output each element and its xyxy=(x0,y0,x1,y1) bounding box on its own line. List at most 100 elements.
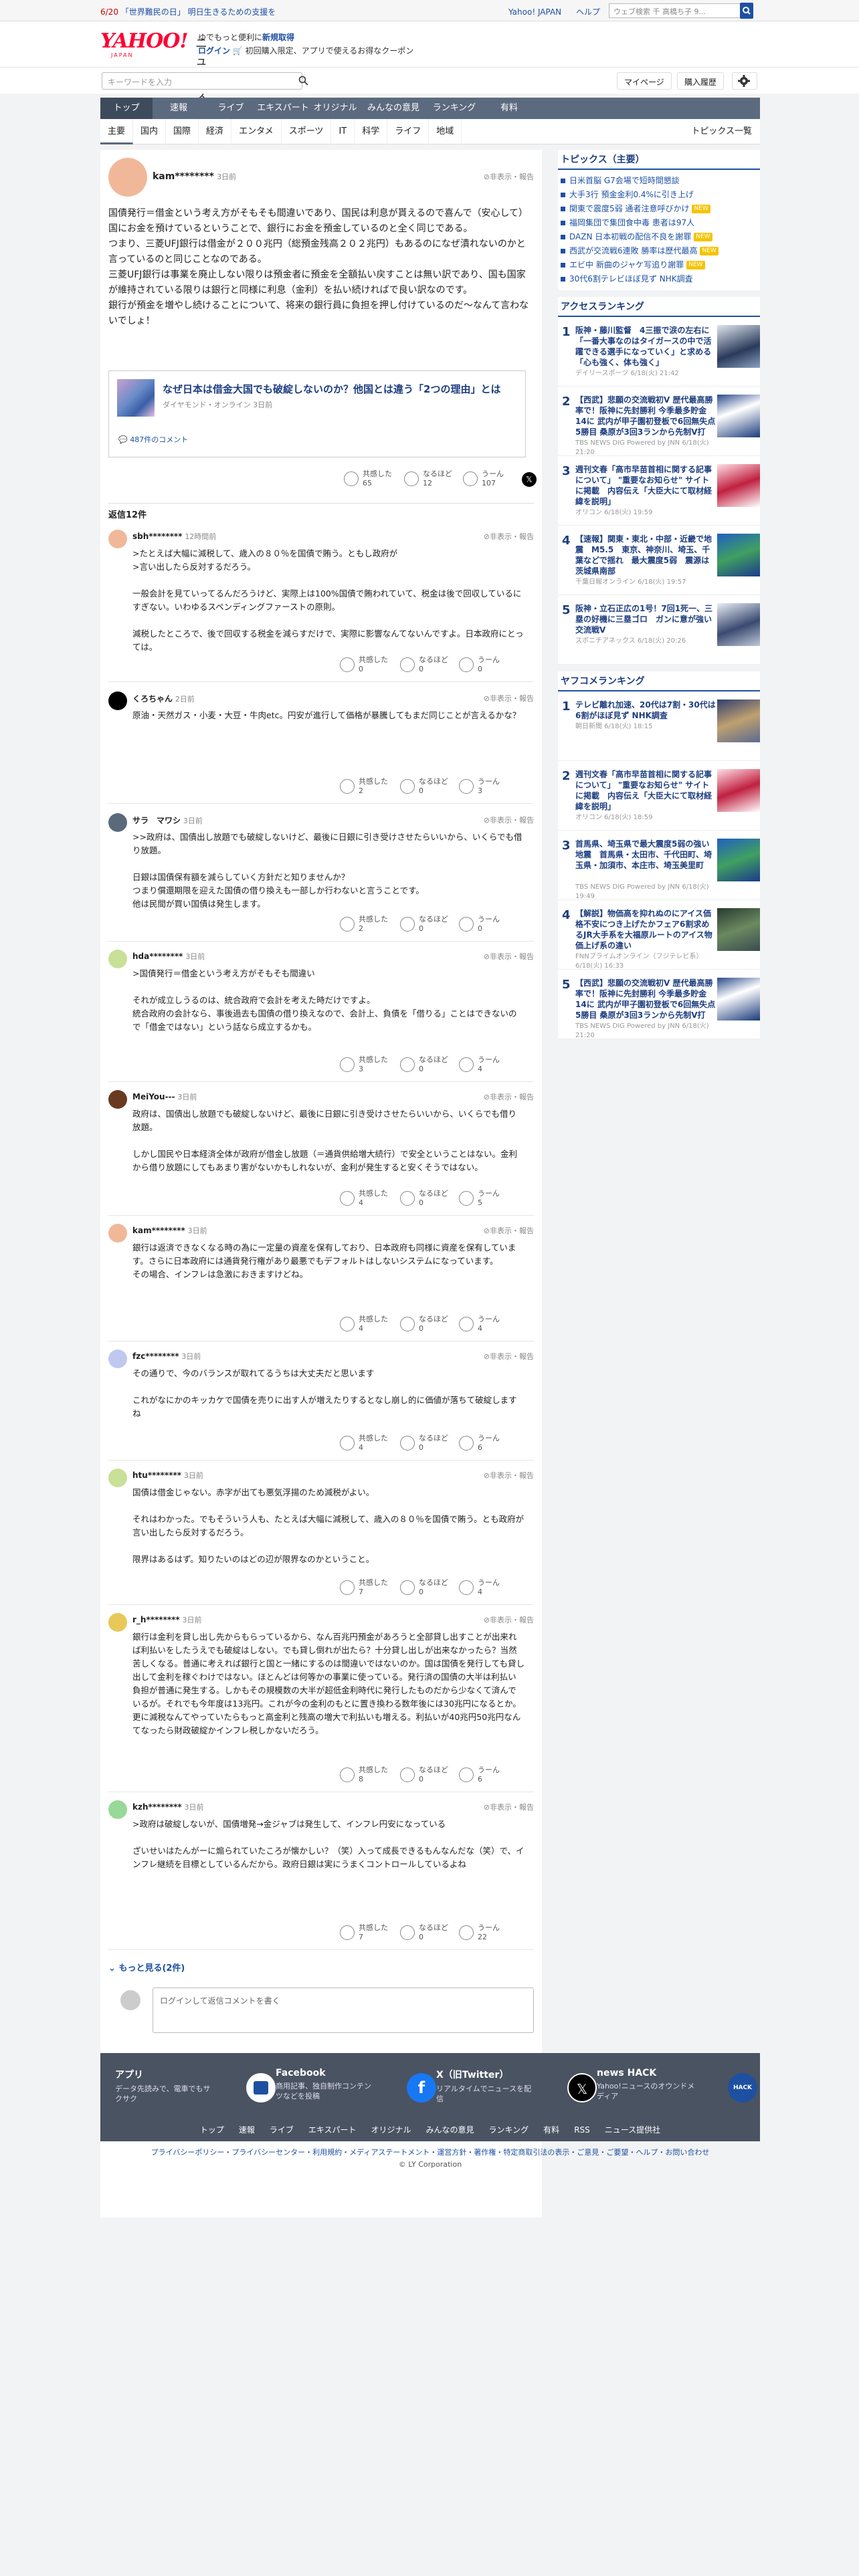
subnav-sports[interactable]: スポーツ xyxy=(282,119,332,144)
topic-link[interactable]: 日米首脳 G7会場で短時間懇談 xyxy=(558,174,760,188)
report-button[interactable]: ⊘非表示・報告 xyxy=(484,815,534,825)
report-button[interactable]: ⊘非表示・報告 xyxy=(484,1470,534,1481)
reply-user[interactable]: htu******** xyxy=(132,1471,181,1480)
ranking-item[interactable]: 2 週刊文春「高市早苗首相に関する記事について」 "重要なお知らせ" サイトに掲載… xyxy=(558,761,760,831)
help-link[interactable]: ヘルプ xyxy=(576,7,600,17)
agree-button[interactable]: 共感した 8 xyxy=(340,1765,393,1786)
agree-button[interactable]: 共感した 7 xyxy=(340,1578,393,1598)
insight-button[interactable]: なるほど 0 xyxy=(400,1765,454,1786)
agree-button[interactable]: 共感した 4 xyxy=(340,1434,393,1454)
yahoo-japan-link[interactable]: Yahoo! JAPAN xyxy=(508,7,561,17)
footer-link[interactable]: RSS xyxy=(574,2125,590,2135)
ranking-item[interactable]: 5 阪神・立石正広の1号！7回1死一、三塁の好機に三塁ゴロ ガンに意が強い交流戦V… xyxy=(558,595,760,665)
footer-x-card[interactable]: X（旧Twitter） リアルタイムでニュースを配信 𝕏 xyxy=(436,2068,597,2115)
subnav-life[interactable]: ライフ xyxy=(387,119,430,144)
legal-text[interactable]: プライバシーポリシー・プライバシーセンター・利用規約・メディアステートメント・運… xyxy=(100,2147,760,2159)
hmm-button[interactable]: うーん 0 xyxy=(459,655,512,675)
footer-link[interactable]: みんなの意見 xyxy=(426,2125,474,2135)
topic-link[interactable]: DAZN 日本初戦の配信不良を謝罪 NEW xyxy=(558,230,760,244)
subnav-local[interactable]: 地域 xyxy=(429,119,462,144)
rank-title[interactable]: 阪神・藤川監督 4三振で涙の左右に「一番大事なのはタイガースの中で活躍できる選手… xyxy=(575,325,716,368)
hmm-button[interactable]: うーん 0 xyxy=(459,915,512,935)
insight-button[interactable]: なるほど 12 xyxy=(404,469,458,490)
footer-link[interactable]: 速報 xyxy=(239,2125,255,2135)
topic-link[interactable]: 福岡集団で集団食中毒 患者は97人 xyxy=(558,216,760,230)
reply-user[interactable]: くろちゃん xyxy=(132,694,173,704)
ranking-item[interactable]: 3 首馬県、埼玉県で最大震度5弱の強い地震 首馬県・太田市、千代田町、埼玉県・加須… xyxy=(558,831,760,900)
footer-link[interactable]: エキスパート xyxy=(308,2125,357,2135)
agree-button[interactable]: 共感した 2 xyxy=(340,777,393,797)
rank-title[interactable]: 【西武】悲願の交流戦初V 歴代最高勝率で！阪神に先封勝利 今季最多貯金14に 武… xyxy=(575,395,716,437)
ranking-item[interactable]: 3 週刊文春「高市早苗首相に関する記事について」 "重要なお知らせ" サイトに掲載… xyxy=(558,456,760,526)
topics-list-link[interactable]: トピックス一覧 xyxy=(691,119,752,144)
insight-button[interactable]: なるほど 0 xyxy=(400,777,454,797)
insight-button[interactable]: なるほど 0 xyxy=(400,1578,454,1598)
hmm-button[interactable]: うーん 4 xyxy=(459,1315,512,1335)
subnav-domestic[interactable]: 国内 xyxy=(133,119,167,144)
nav-flash[interactable]: 速報 xyxy=(153,98,205,119)
agree-button[interactable]: 共感した 2 xyxy=(340,915,393,935)
footer-newshack-card[interactable]: news HACK Yahoo!ニュースのオウンドメディア HACK xyxy=(597,2068,757,2115)
subnav-science[interactable]: 科学 xyxy=(355,119,388,144)
insight-button[interactable]: なるほど 0 xyxy=(400,655,454,675)
comments-count-link[interactable]: 💬 487件のコメント xyxy=(118,434,188,445)
settings-button[interactable] xyxy=(732,72,757,90)
footer-link[interactable]: 有料 xyxy=(543,2125,559,2135)
agree-button[interactable]: 共感した 65 xyxy=(344,469,397,490)
hmm-button[interactable]: うーん 4 xyxy=(459,1055,512,1075)
reply-user[interactable]: hda******** xyxy=(132,952,183,961)
reply-user[interactable]: MeiYou--- xyxy=(132,1092,175,1101)
ranking-item[interactable]: 2 【西武】悲願の交流戦初V 歴代最高勝率で！阪神に先封勝利 今季最多貯金14に … xyxy=(558,387,760,456)
hmm-button[interactable]: うーん 107 xyxy=(463,469,516,490)
report-button[interactable]: ⊘非表示・報告 xyxy=(484,1091,534,1102)
reply-user[interactable]: r_h******** xyxy=(132,1615,180,1624)
hmm-button[interactable]: うーん 22 xyxy=(459,1923,512,1943)
topic-link[interactable]: 大手3行 預金金利0.4%に引き上げ xyxy=(558,188,760,202)
reply-user[interactable]: kam******** xyxy=(132,1226,185,1235)
nav-ranking[interactable]: ランキング xyxy=(425,98,483,119)
topic-link[interactable]: 30代6割テレビほぼ見ず NHK調査 xyxy=(558,272,760,286)
topic-link[interactable]: エビ中 新曲のジャケ写追り謝罪 NEW xyxy=(558,258,760,272)
agree-button[interactable]: 共感した 7 xyxy=(340,1923,393,1943)
report-button[interactable]: ⊘非表示・報告 xyxy=(484,1614,534,1625)
hmm-button[interactable]: うーん 6 xyxy=(459,1765,512,1786)
mypage-button[interactable]: マイページ xyxy=(617,72,672,90)
nav-opinion[interactable]: みんなの意見 xyxy=(361,98,425,119)
agree-button[interactable]: 共感した 4 xyxy=(340,1315,393,1335)
ranking-item[interactable]: 4 【解説】物価高を抑れぬのにアイス価格不安につき上げたかフェア6割求めるJR大手… xyxy=(558,900,760,970)
rank-title[interactable]: 阪神・立石正広の1号！7回1死一、三塁の好機に三塁ゴロ ガンに意が強い交流戦V xyxy=(575,603,716,635)
footer-link[interactable]: ランキング xyxy=(489,2125,529,2135)
subnav-entertainment[interactable]: エンタメ xyxy=(231,119,282,144)
nav-expert[interactable]: エキスパート xyxy=(257,98,309,119)
nav-original[interactable]: オリジナル xyxy=(309,98,361,119)
nav-top[interactable]: トップ xyxy=(100,98,153,119)
ranking-item[interactable]: 1 テレビ離れ加速、20代は7割・30代は6割がほぼ見ず NHK調査 朝日新聞 6/… xyxy=(558,691,760,761)
hmm-button[interactable]: うーん 5 xyxy=(459,1189,512,1209)
agree-button[interactable]: 共感した 3 xyxy=(340,1055,393,1075)
report-button[interactable]: ⊘非表示・報告 xyxy=(484,531,534,542)
signup-link[interactable]: 新規取得 xyxy=(262,33,294,42)
ranking-item[interactable]: 4 【速報】関東・東北・中部・近畿で地震 M5.5 東京、神奈川、埼玉、千葉などで… xyxy=(558,526,760,595)
report-button[interactable]: ⊘非表示・報告 xyxy=(484,1351,534,1362)
reply-input[interactable]: ログインして返信コメントを書く xyxy=(153,1988,534,2033)
rank-title[interactable]: 【速報】関東・東北・中部・近畿で地震 M5.5 東京、神奈川、埼玉、千葉などで揺… xyxy=(575,534,716,576)
footer-app-card[interactable]: アプリ データ先読みで、電車でもサクサク xyxy=(115,2068,276,2115)
rank-title[interactable]: テレビ離れ加速、20代は7割・30代は6割がほぼ見ず NHK調査 xyxy=(575,700,716,721)
keyword-search-input[interactable]: キーワードを入力 xyxy=(102,72,302,90)
ranking-item[interactable]: 5 【西武】悲願の交流戦初V 歴代最高勝率で！阪神に先封勝利 今季最多貯金14に … xyxy=(558,970,760,1039)
x-share-icon[interactable]: 𝕏 xyxy=(522,472,537,487)
hmm-button[interactable]: うーん 3 xyxy=(459,777,512,797)
hmm-button[interactable]: うーん 6 xyxy=(459,1434,512,1454)
subnav-economy[interactable]: 経済 xyxy=(199,119,232,144)
web-search-button[interactable] xyxy=(740,3,753,19)
quoted-article[interactable]: なぜ日本は借金大国でも破綻しないのか？他国とは違う「2つの理由」とは ダイヤモン… xyxy=(108,370,526,457)
search-icon[interactable] xyxy=(298,76,309,86)
rank-title[interactable]: 首馬県、埼玉県で最大震度5弱の強い地震 首馬県・太田市、千代田町、埼玉県・加須市… xyxy=(575,839,716,871)
subnav-world[interactable]: 国際 xyxy=(166,119,199,144)
reply-user[interactable]: kzh******** xyxy=(132,1802,182,1812)
purchase-history-button[interactable]: 購入履歴 xyxy=(677,72,725,90)
reply-user[interactable]: sbh******** xyxy=(132,532,182,541)
insight-button[interactable]: なるほど 0 xyxy=(400,1923,454,1943)
insight-button[interactable]: なるほど 0 xyxy=(400,1434,454,1454)
topic-link[interactable]: 関東で震度5弱 通者注意呼びかけ NEW xyxy=(558,202,760,216)
